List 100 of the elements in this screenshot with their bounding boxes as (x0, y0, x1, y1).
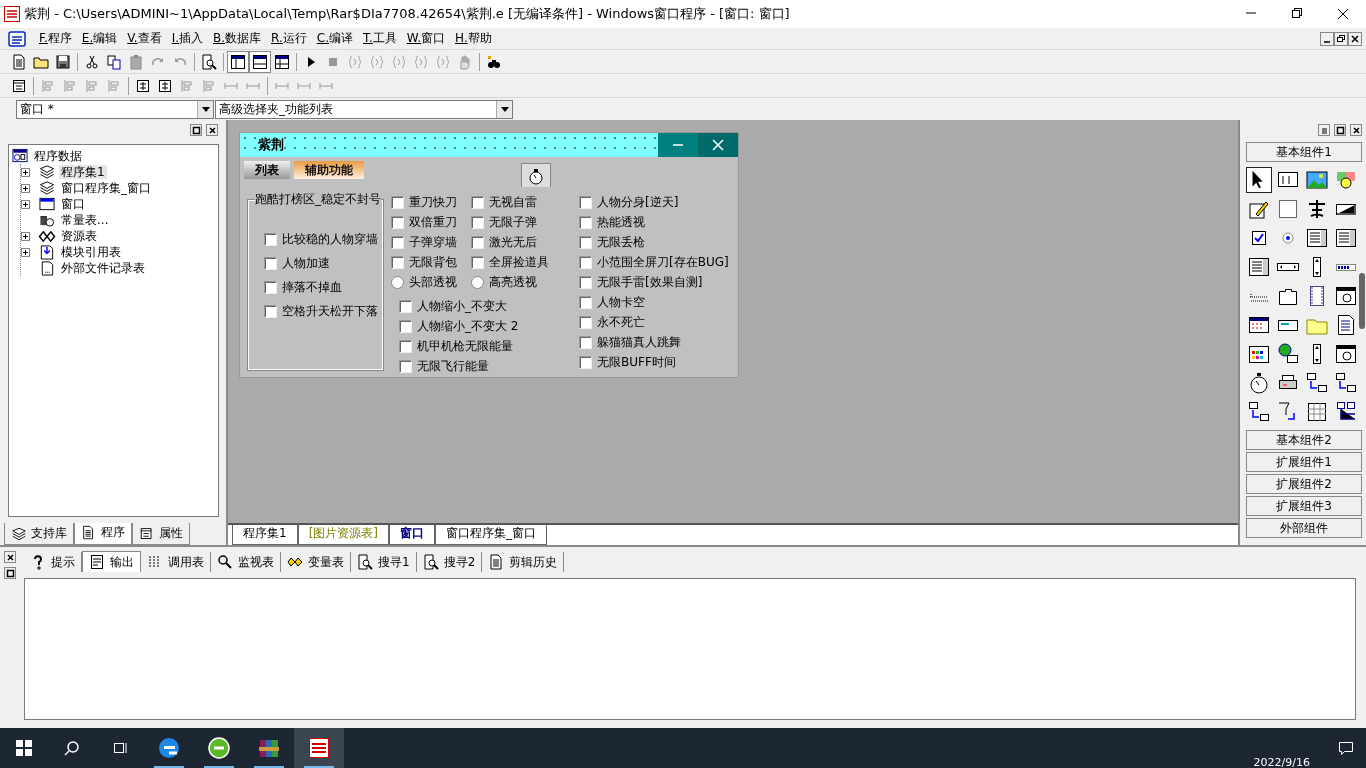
tree-item[interactable]: 程序数据 (32, 148, 84, 164)
close-button[interactable] (1350, 124, 1362, 136)
tree-item[interactable]: 外部文件记录表 (59, 260, 147, 276)
checkbox[interactable] (471, 235, 484, 249)
search-icon[interactable] (64, 740, 80, 756)
checkbox[interactable] (264, 256, 277, 270)
checkbox[interactable] (391, 195, 404, 209)
group-button[interactable]: 扩展组件1 (1246, 452, 1362, 472)
radio-button[interactable] (391, 275, 404, 289)
panel-tab[interactable]: 调用表 (141, 552, 211, 572)
checkbox[interactable] (579, 355, 592, 369)
expand-toggle[interactable] (21, 231, 30, 241)
layout-icon[interactable] (230, 53, 246, 70)
start-icon[interactable] (16, 740, 32, 756)
tree-item[interactable]: 模块引用表 (59, 244, 123, 260)
expand-toggle[interactable] (21, 183, 30, 193)
checkbox[interactable] (579, 315, 592, 329)
tree-item[interactable]: 常量表... (59, 212, 111, 228)
checkbox[interactable] (579, 195, 592, 209)
checkbox[interactable] (579, 235, 592, 249)
tab[interactable]: 列表 (244, 161, 290, 180)
close-button[interactable] (206, 124, 218, 136)
restore-icon[interactable] (1291, 8, 1303, 20)
group-button[interactable]: 扩展组件2 (1246, 474, 1362, 494)
document-tab[interactable]: [图片资源表] (297, 525, 389, 545)
dropdown-field[interactable]: 高级选择夹_功能列表 (215, 99, 513, 119)
expand-toggle[interactable] (21, 247, 30, 257)
document-tab[interactable]: 程序集1 (232, 525, 298, 545)
checkbox[interactable] (579, 255, 592, 269)
panel-tab[interactable]: 程序 (74, 523, 132, 545)
scrollbar-thumb[interactable] (1359, 273, 1365, 329)
panel-tab[interactable]: 剪辑历史 (482, 552, 565, 572)
minimize-button[interactable] (1320, 31, 1334, 46)
menu-item[interactable]: C.编译 (311, 30, 359, 47)
scissors-icon[interactable] (84, 53, 100, 70)
tree-item[interactable]: 窗口程序集_窗口 (59, 180, 153, 196)
panel-tab[interactable]: 输出 (82, 551, 141, 572)
app-icon[interactable] (307, 736, 331, 760)
panel-tab[interactable]: 支持库 (4, 523, 74, 545)
tree-item[interactable]: 窗口 (59, 196, 87, 212)
maximize-button[interactable] (1334, 124, 1346, 136)
panel-tab[interactable]: 属性 (132, 523, 190, 545)
copy-icon[interactable] (106, 53, 122, 70)
document-tab[interactable]: 窗口程序集_窗口 (435, 525, 547, 545)
binoculars-icon[interactable] (486, 53, 502, 70)
group-button[interactable]: 外部组件 (1246, 518, 1362, 538)
menu-item[interactable]: E.编辑 (76, 30, 123, 47)
restore-button[interactable] (1334, 31, 1348, 46)
menu-button[interactable] (1318, 124, 1330, 136)
round-app-icon[interactable] (207, 736, 231, 760)
checkbox[interactable] (399, 299, 412, 313)
close-icon[interactable] (1337, 8, 1349, 20)
document-tab[interactable]: 窗口 (389, 525, 435, 545)
checkbox[interactable] (399, 319, 412, 333)
checkbox[interactable] (471, 195, 484, 209)
checkbox[interactable] (399, 359, 412, 373)
task-view-icon[interactable] (112, 740, 128, 756)
checkbox[interactable] (579, 335, 592, 349)
panel-tab[interactable]: 搜寻1 (351, 552, 417, 572)
group-button[interactable]: 扩展组件3 (1246, 496, 1362, 516)
checkbox[interactable] (391, 215, 404, 229)
tree-item[interactable]: 资源表 (59, 228, 99, 244)
checkbox[interactable] (579, 215, 592, 229)
tab[interactable]: 辅助功能 (294, 161, 364, 180)
menu-item[interactable]: T.工具 (358, 30, 402, 47)
maximize-button[interactable] (4, 567, 16, 579)
menu-item[interactable]: V.查看 (122, 30, 167, 47)
menu-item[interactable]: F.程序 (34, 30, 77, 47)
checkbox[interactable] (264, 304, 277, 318)
checkbox[interactable] (391, 255, 404, 269)
close-button[interactable] (1348, 31, 1362, 46)
center-icon[interactable] (135, 77, 151, 94)
center-icon[interactable] (157, 77, 173, 94)
checkbox[interactable] (471, 215, 484, 229)
group-button[interactable]: 基本组件1 (1246, 142, 1362, 162)
checkbox[interactable] (391, 235, 404, 249)
panel-tab[interactable]: 搜寻2 (416, 552, 483, 572)
find-icon[interactable] (201, 53, 217, 70)
close-button[interactable] (4, 551, 16, 563)
menu-item[interactable]: H.帮助 (450, 30, 497, 47)
dropdown-field[interactable]: 窗口 * (16, 99, 214, 119)
form-icon[interactable] (11, 77, 27, 94)
checkbox[interactable] (471, 255, 484, 269)
expand-toggle[interactable] (21, 167, 30, 177)
group-button[interactable]: 基本组件2 (1246, 430, 1362, 450)
panel-tab[interactable]: 变量表 (281, 552, 351, 572)
menu-item[interactable]: W.窗口 (401, 30, 451, 47)
layout-icon[interactable] (274, 53, 290, 70)
menu-item[interactable]: R.运行 (266, 30, 312, 47)
menu-item[interactable]: I.插入 (166, 30, 209, 47)
tree-item[interactable]: 程序集1 (59, 164, 107, 180)
checkbox[interactable] (264, 280, 277, 294)
menu-item[interactable]: B.数据库 (208, 30, 267, 47)
notification-icon[interactable] (1338, 740, 1354, 756)
radio-button[interactable] (471, 275, 484, 289)
checkbox[interactable] (579, 295, 592, 309)
checkbox[interactable] (264, 232, 277, 246)
checkbox[interactable] (579, 275, 592, 289)
panel-tab[interactable]: 监视表 (211, 552, 281, 572)
layout-icon[interactable] (252, 53, 268, 70)
